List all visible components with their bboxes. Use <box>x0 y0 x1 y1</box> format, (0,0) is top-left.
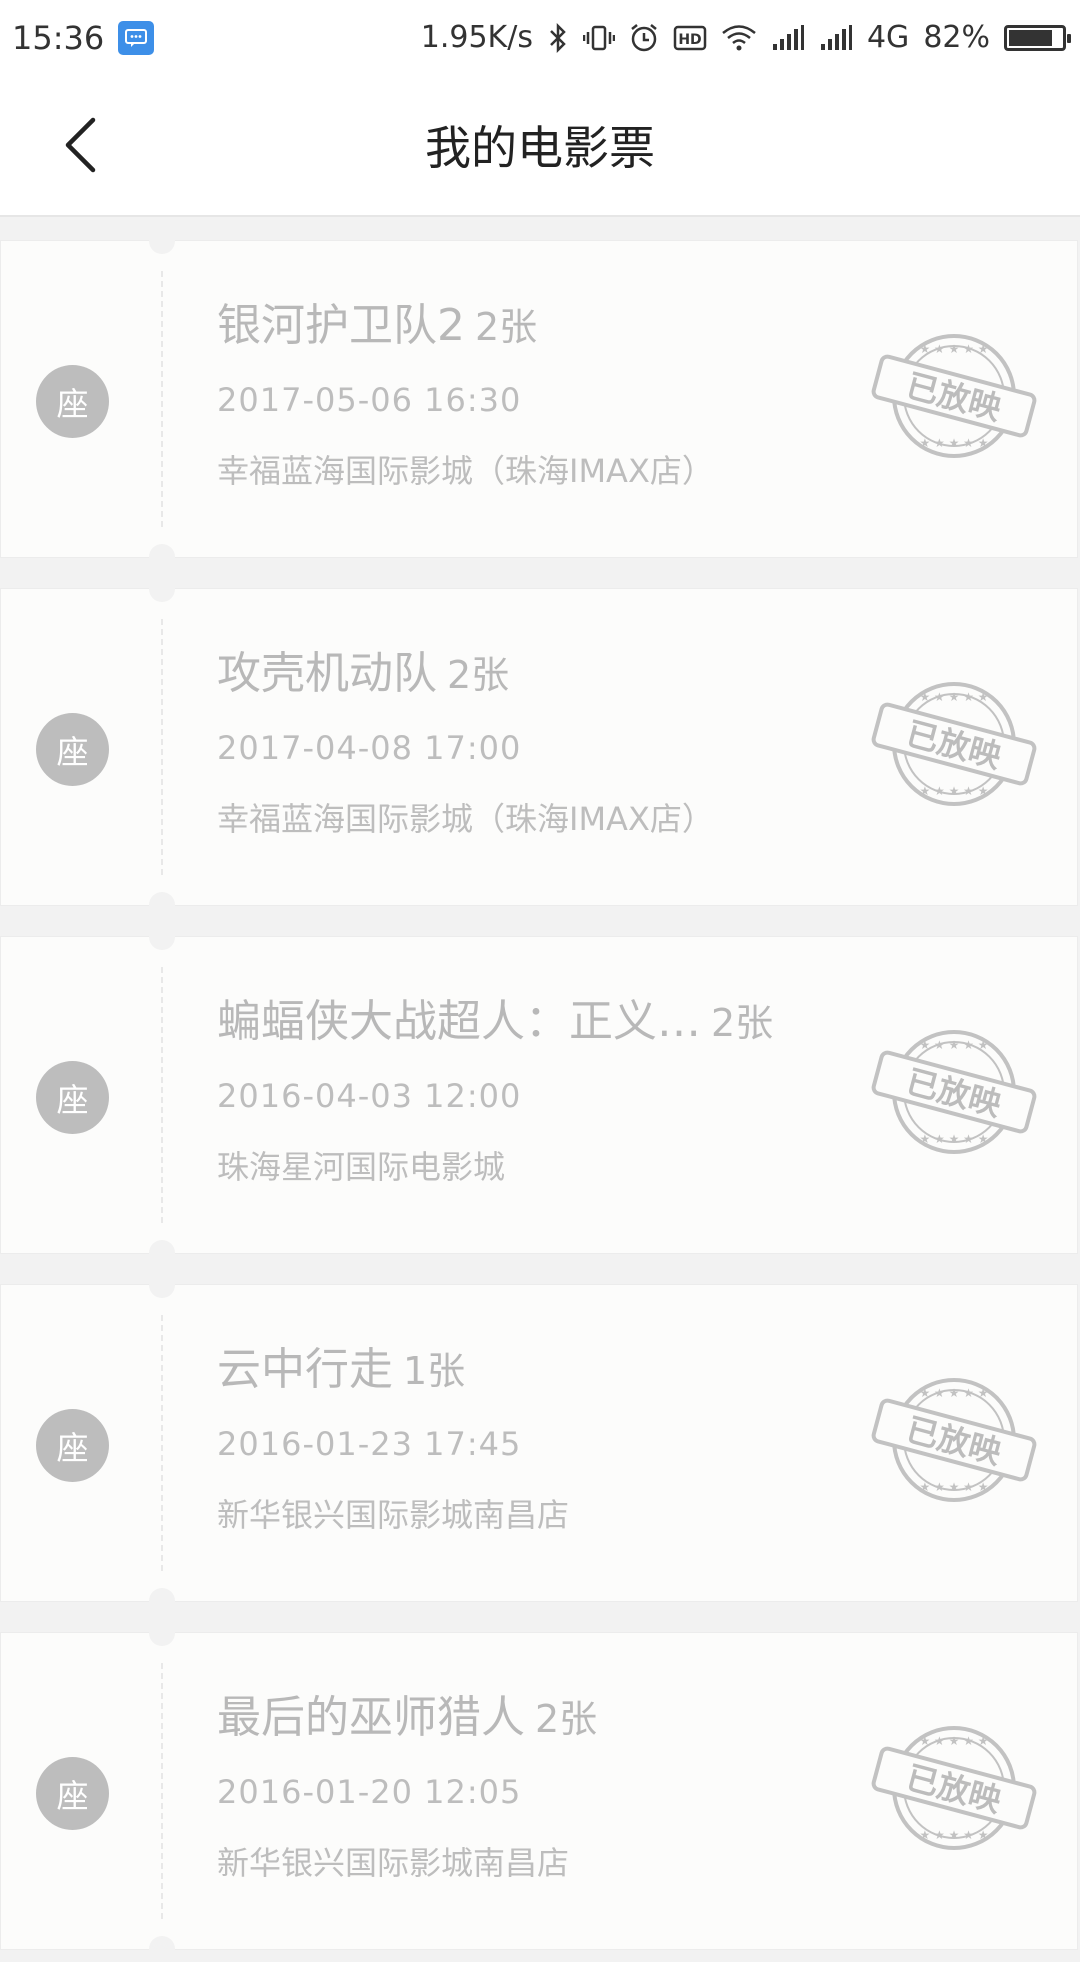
showtime: 2016-01-20 12:05 <box>217 1773 522 1811</box>
ticket-card[interactable]: 座 攻壳机动队 2张 2017-04-08 17:00 幸福蓝海国际影城（珠海IM… <box>0 576 1078 918</box>
ticket-divider <box>161 967 163 1223</box>
ticket-divider <box>161 1315 163 1571</box>
movie-title: 攻壳机动队 2张 <box>217 637 509 701</box>
svg-text:★ ★ ★ ★ ★: ★ ★ ★ ★ ★ <box>919 342 988 356</box>
cinema-name: 新华银兴国际影城南昌店 <box>217 1496 570 1534</box>
movie-title: 银河护卫队2 2张 <box>217 289 537 353</box>
status-time: 15:36 <box>12 18 105 57</box>
movie-name: 最后的巫师猎人 <box>217 1692 525 1743</box>
ticket-count: 2张 <box>535 1697 598 1741</box>
ticket-card[interactable]: 座 云中行走 1张 2016-01-23 17:45 新华银兴国际影城南昌店 ★ … <box>0 1272 1078 1614</box>
ticket-count: 1张 <box>403 1349 466 1393</box>
signal-icon <box>819 24 853 52</box>
movie-name: 云中行走 <box>217 1344 393 1395</box>
network-type: 4G <box>866 20 910 55</box>
cinema-name: 幸福蓝海国际影城（珠海IMAX店） <box>217 452 714 490</box>
ticket-divider <box>161 1663 163 1919</box>
screened-stamp-icon: ★ ★ ★ ★ ★ ★ ★ ★ ★ ★ 已放映 <box>871 1030 1037 1154</box>
ticket-notch <box>149 228 175 254</box>
seat-badge: 座 <box>36 1061 109 1134</box>
screened-stamp-icon: ★ ★ ★ ★ ★ ★ ★ ★ ★ ★ 已放映 <box>871 334 1037 458</box>
svg-text:★ ★ ★ ★ ★: ★ ★ ★ ★ ★ <box>919 1734 988 1748</box>
ticket-divider <box>161 619 163 875</box>
movie-title: 最后的巫师猎人 2张 <box>217 1681 597 1745</box>
movie-name: 攻壳机动队 <box>217 648 437 699</box>
showtime: 2016-04-03 12:00 <box>217 1077 522 1115</box>
seat-badge: 座 <box>36 1757 109 1830</box>
movie-name: 银河护卫队2 <box>217 300 465 351</box>
ticket-notch <box>149 924 175 950</box>
wifi-icon <box>721 24 757 52</box>
ticket-notch <box>149 892 175 918</box>
status-bar-left: 15:36 <box>0 18 155 57</box>
ticket-notch <box>149 1936 175 1962</box>
showtime: 2017-05-06 16:30 <box>217 381 522 419</box>
cinema-name: 珠海星河国际电影城 <box>217 1148 506 1186</box>
svg-text:★ ★ ★ ★ ★: ★ ★ ★ ★ ★ <box>919 1828 988 1842</box>
battery-fill <box>1009 29 1052 46</box>
svg-text:★ ★ ★ ★ ★: ★ ★ ★ ★ ★ <box>919 436 988 450</box>
screened-stamp-icon: ★ ★ ★ ★ ★ ★ ★ ★ ★ ★ 已放映 <box>871 1378 1037 1502</box>
seat-badge: 座 <box>36 1409 109 1482</box>
showtime: 2017-04-08 17:00 <box>217 729 522 767</box>
ticket-notch <box>149 1240 175 1266</box>
cinema-name: 幸福蓝海国际影城（珠海IMAX店） <box>217 800 714 838</box>
page-title: 我的电影票 <box>425 121 655 175</box>
hd-icon: HD <box>673 25 707 51</box>
svg-text:★ ★ ★ ★ ★: ★ ★ ★ ★ ★ <box>919 1038 988 1052</box>
ticket-count: 2张 <box>475 305 538 349</box>
cinema-name: 新华银兴国际影城南昌店 <box>217 1844 570 1882</box>
bluetooth-icon <box>547 22 569 54</box>
battery-percent: 82% <box>923 20 990 55</box>
ticket-count: 2张 <box>447 653 510 697</box>
seat-badge: 座 <box>36 713 109 786</box>
movie-name: 蝙蝠侠大战超人：正义… <box>217 996 701 1047</box>
net-speed: 1.95K/s <box>420 20 533 55</box>
ticket-notch <box>149 1272 175 1298</box>
ticket-notch <box>149 1620 175 1646</box>
movie-title: 蝙蝠侠大战超人：正义… 2张 <box>217 985 773 1049</box>
battery-icon <box>1004 24 1071 51</box>
back-button[interactable] <box>50 110 110 180</box>
svg-text:★ ★ ★ ★ ★: ★ ★ ★ ★ ★ <box>919 1132 988 1146</box>
signal-icon <box>771 24 805 52</box>
ticket-notch <box>149 1588 175 1614</box>
screened-stamp-icon: ★ ★ ★ ★ ★ ★ ★ ★ ★ ★ 已放映 <box>871 682 1037 806</box>
nav-bar: 我的电影票 <box>0 75 1080 217</box>
ticket-divider <box>161 271 163 527</box>
movie-title: 云中行走 1张 <box>217 1333 465 1397</box>
message-icon <box>118 20 155 55</box>
seat-badge: 座 <box>36 365 109 438</box>
ticket-card[interactable]: 座 最后的巫师猎人 2张 2016-01-20 12:05 新华银兴国际影城南昌店… <box>0 1620 1078 1962</box>
showtime: 2016-01-23 17:45 <box>217 1425 522 1463</box>
svg-text:★ ★ ★ ★ ★: ★ ★ ★ ★ ★ <box>919 784 988 798</box>
svg-text:★ ★ ★ ★ ★: ★ ★ ★ ★ ★ <box>919 690 988 704</box>
vibrate-icon <box>582 23 615 53</box>
status-bar-right: 1.95K/s HD 4G 82% <box>421 20 1080 55</box>
ticket-count: 2张 <box>711 1001 774 1045</box>
ticket-notch <box>149 544 175 570</box>
svg-text:★ ★ ★ ★ ★: ★ ★ ★ ★ ★ <box>919 1480 988 1494</box>
ticket-notch <box>149 576 175 602</box>
svg-text:HD: HD <box>678 32 701 48</box>
status-bar: 15:36 1.95K/s HD 4G 82% <box>0 0 1080 75</box>
ticket-card[interactable]: 座 蝙蝠侠大战超人：正义… 2张 2016-04-03 12:00 珠海星河国际电… <box>0 924 1078 1266</box>
ticket-card[interactable]: 座 银河护卫队2 2张 2017-05-06 16:30 幸福蓝海国际影城（珠海I… <box>0 228 1078 570</box>
chevron-left-icon <box>65 117 96 173</box>
alarm-icon <box>629 23 659 53</box>
svg-text:★ ★ ★ ★ ★: ★ ★ ★ ★ ★ <box>919 1386 988 1400</box>
screened-stamp-icon: ★ ★ ★ ★ ★ ★ ★ ★ ★ ★ 已放映 <box>871 1726 1037 1850</box>
